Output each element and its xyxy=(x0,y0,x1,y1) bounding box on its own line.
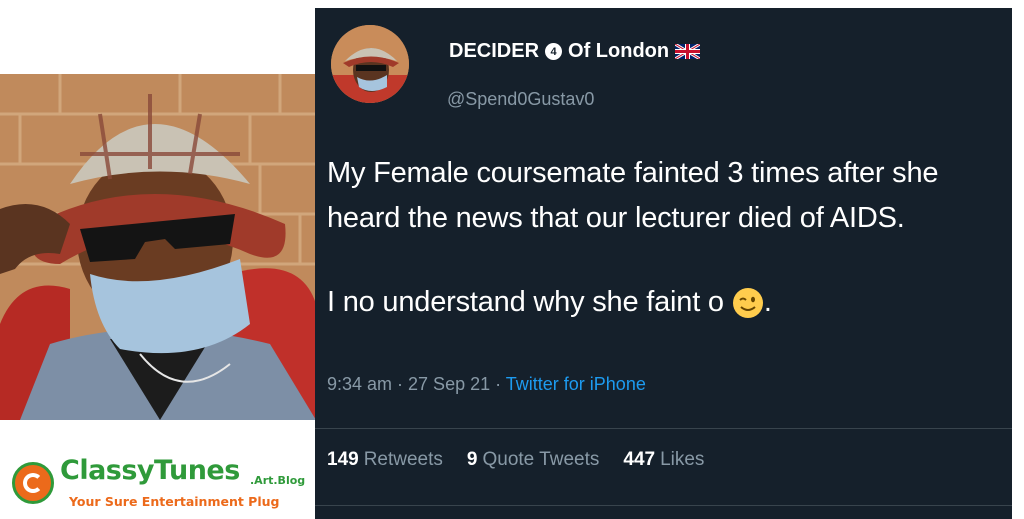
likes-count: 447 xyxy=(623,449,656,470)
tweet-stats: 149 Retweets 9 Quote Tweets 447 Likes xyxy=(327,449,704,471)
winking-face-emoji-icon xyxy=(732,287,763,318)
person-photo-illustration xyxy=(0,74,316,420)
display-name[interactable]: DECIDER 4 Of London xyxy=(449,40,701,63)
tweet-source-link[interactable]: Twitter for iPhone xyxy=(506,374,646,394)
likes-stat[interactable]: 447 Likes xyxy=(623,449,704,471)
classytunes-logo-icon xyxy=(12,462,54,504)
tweet-card: DECIDER 4 Of London @Spend0Gustav0 My Fe… xyxy=(315,8,1012,519)
tweet-text: My Female coursemate fainted 3 times aft… xyxy=(327,151,1007,325)
likes-label: Likes xyxy=(660,449,705,470)
user-handle[interactable]: @Spend0Gustav0 xyxy=(447,89,594,110)
divider xyxy=(315,505,1012,506)
display-name-suffix: Of London xyxy=(568,40,670,62)
uk-flag-icon xyxy=(675,44,701,59)
quote-tweets-count: 9 xyxy=(466,449,478,470)
retweets-stat[interactable]: 149 Retweets xyxy=(327,449,443,471)
avatar[interactable] xyxy=(331,25,409,103)
number-badge-icon: 4 xyxy=(545,43,563,60)
brand-name: ClassyTunes xyxy=(60,455,240,486)
tweet-text-paragraph-1: My Female coursemate fainted 3 times aft… xyxy=(327,157,939,234)
retweets-label: Retweets xyxy=(363,449,443,470)
profile-photo xyxy=(0,74,316,420)
classytunes-watermark: ClassyTunes .Art.Blog Your Sure Entertai… xyxy=(12,452,312,514)
display-name-text: DECIDER xyxy=(449,40,540,62)
tweet-timestamp[interactable]: 9:34 am · 27 Sep 21 · xyxy=(327,374,506,394)
quote-tweets-label: Quote Tweets xyxy=(482,449,600,470)
divider xyxy=(315,428,1012,429)
brand-tagline: Your Sure Entertainment Plug xyxy=(69,494,280,509)
tweet-text-paragraph-2-text: I no understand why she faint o xyxy=(327,286,724,318)
tweet-text-paragraph-2: I no understand why she faint o . xyxy=(327,280,1007,325)
tweet-text-paragraph-2-end: . xyxy=(763,286,772,318)
avatar-image xyxy=(331,25,409,103)
quote-tweets-stat[interactable]: 9 Quote Tweets xyxy=(467,449,599,471)
retweets-count: 149 xyxy=(327,449,359,470)
tweet-meta: 9:34 am · 27 Sep 21 · Twitter for iPhone xyxy=(327,374,646,395)
brand-suffix: .Art.Blog xyxy=(250,474,306,487)
